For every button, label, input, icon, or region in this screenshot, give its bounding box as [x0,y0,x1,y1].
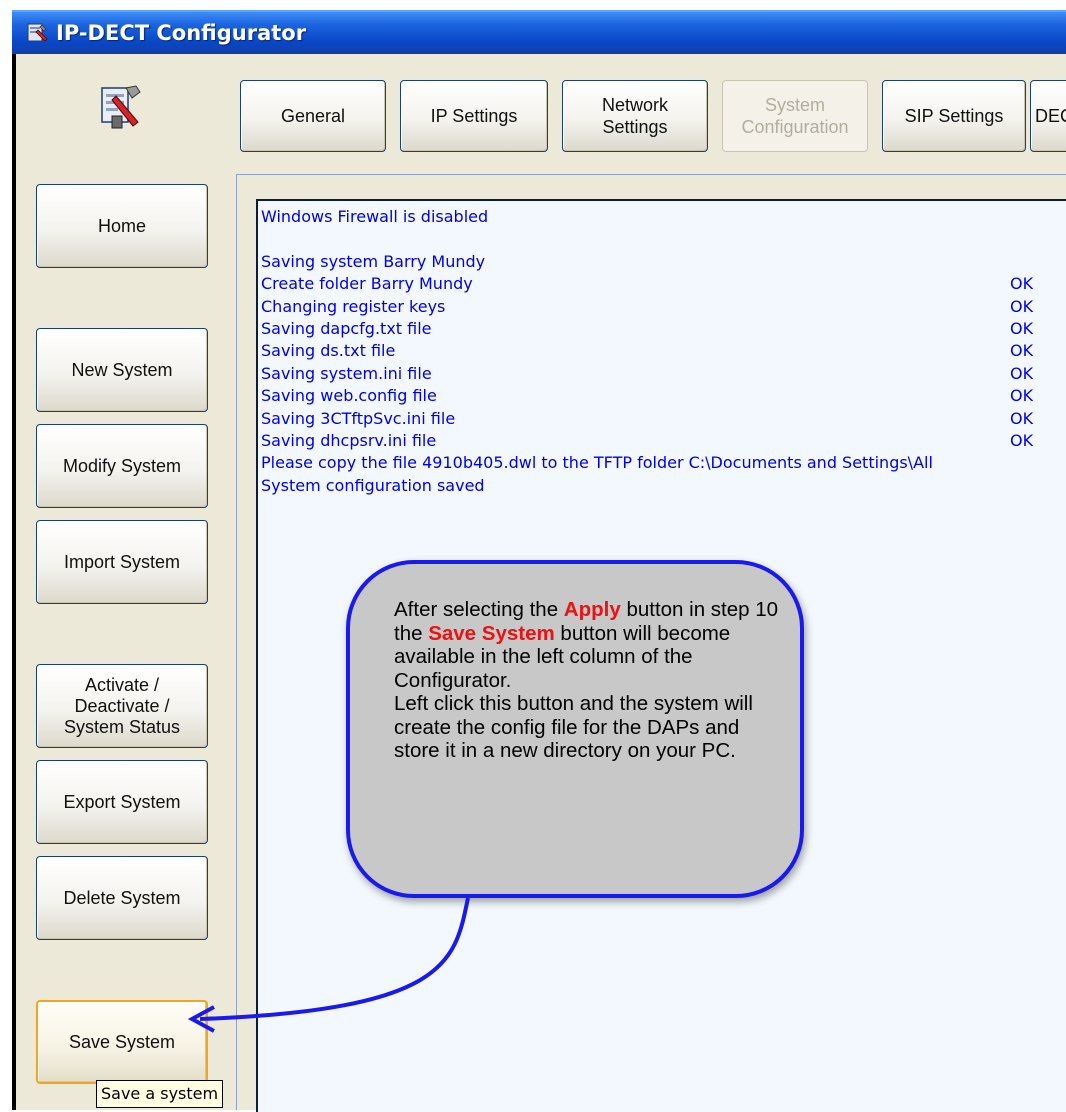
callout-text: After selecting the Apply button in step… [394,598,784,763]
log-line: Saving 3CTftpSvc.ini file [261,408,456,428]
log-line: System configuration saved [261,475,485,495]
log-status: OK [1010,319,1034,338]
home-button[interactable]: Home [36,184,208,268]
log-status: OK [1010,408,1034,428]
window-title: IP-DECT Configurator [56,21,307,45]
tab-general[interactable]: General [240,80,386,152]
log-status: OK [1010,296,1034,316]
callout-apply-highlight: Apply [563,598,621,621]
log-line: Saving web.config file [261,386,437,406]
configurator-tools-icon [26,21,50,45]
log-line: Create folder Barry Mundy [261,274,473,294]
callout-text-part: Left click this button and the system wi… [394,692,753,762]
log-status: OK [1010,363,1034,383]
log-status: OK [1010,431,1034,450]
tab-sip-settings[interactable]: SIP Settings [882,80,1026,152]
log-status: OK [1010,386,1034,406]
log-status: OK [1010,341,1034,361]
delete-system-button[interactable]: Delete System [36,856,208,940]
save-system-button[interactable]: Save System [36,1000,208,1084]
log-line: Saving system.ini file [261,363,432,383]
callout-save-highlight: Save System [428,621,555,645]
import-system-button[interactable]: Import System [36,520,208,604]
title-bar[interactable]: IP-DECT Configurator [12,10,1066,54]
log-line: Please copy the file 4910b405.dwl to the… [261,453,933,473]
configurator-tools-icon [96,82,146,132]
log-line: Changing register keys [261,296,446,316]
log-line: Saving dapcfg.txt file [261,319,432,338]
log-status: OK [1010,274,1034,294]
activate-deactivate-button[interactable]: Activate / Deactivate / System Status [36,664,208,748]
log-line: Saving system Barry Mundy [261,251,486,271]
export-system-button[interactable]: Export System [36,760,208,844]
tab-ip-settings[interactable]: IP Settings [400,80,548,152]
instruction-callout: After selecting the Apply button in step… [346,560,804,898]
new-system-button[interactable]: New System [36,328,208,412]
save-system-tooltip: Save a system [96,1080,224,1108]
tab-network-settings[interactable]: Network Settings [562,80,708,152]
callout-text-part: After selecting the [394,598,564,621]
log-line: Saving dhcpsrv.ini file [261,431,437,450]
log-line: Windows Firewall is disabled [261,207,489,226]
tab-dect[interactable]: DEC [1030,80,1066,152]
modify-system-button[interactable]: Modify System [36,424,208,508]
tab-system-configuration[interactable]: System Configuration [722,80,868,152]
log-line: Saving ds.txt file [261,341,396,361]
